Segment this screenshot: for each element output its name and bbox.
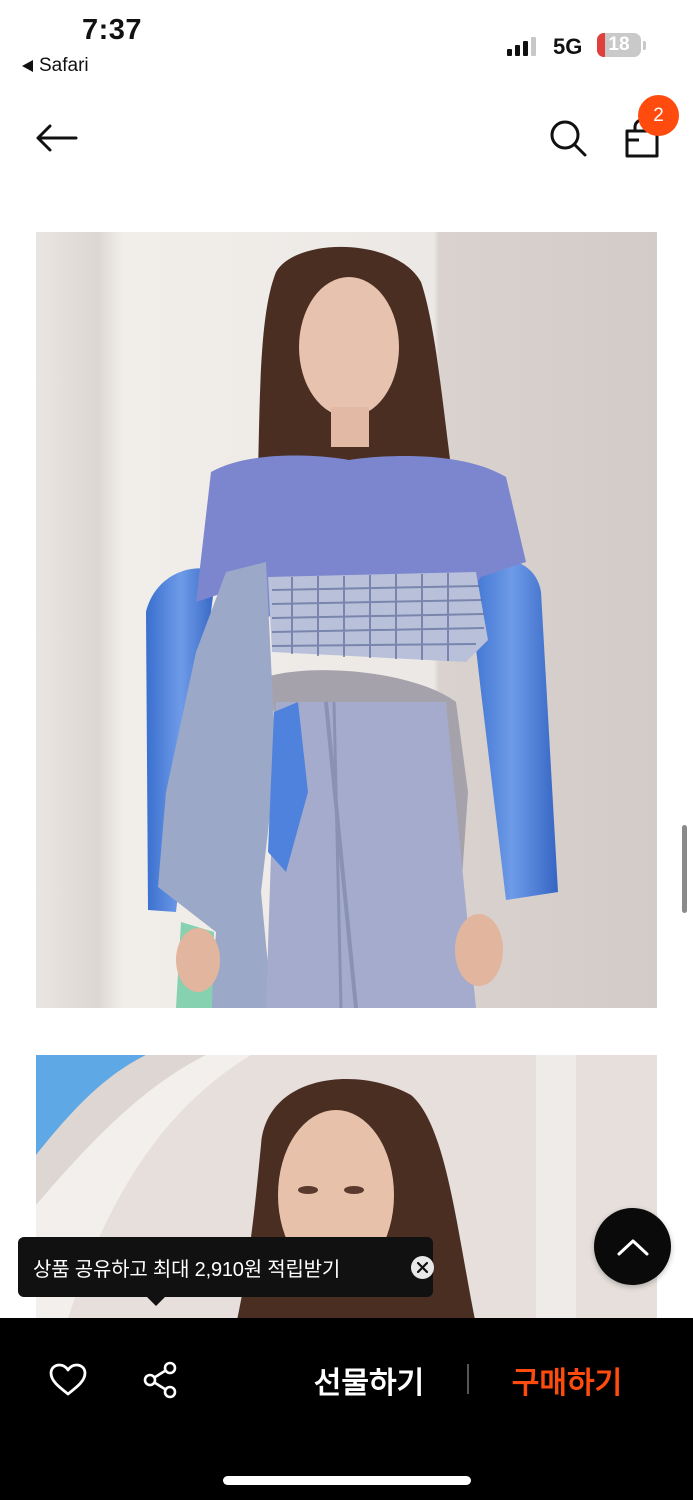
cart-count-badge: 2	[638, 95, 679, 136]
cellular-signal-icon	[507, 36, 536, 56]
tooltip-close-button[interactable]	[411, 1256, 434, 1279]
product-image	[36, 232, 657, 1008]
status-time: 7:37	[82, 14, 143, 46]
battery-tip	[643, 41, 646, 50]
like-button[interactable]	[44, 1356, 92, 1404]
share-reward-tooltip: 상품 공유하고 최대 2,910원 적립받기	[18, 1237, 434, 1297]
scroll-top-button[interactable]	[594, 1208, 671, 1285]
scrollbar[interactable]	[682, 825, 687, 913]
tooltip-text: 상품 공유하고 최대 2,910원 적립받기	[33, 1258, 341, 1281]
plaid-wrap	[268, 572, 488, 662]
tooltip-arrow	[146, 1296, 166, 1306]
home-indicator[interactable]	[223, 1476, 471, 1485]
chevron-up-icon	[617, 1239, 648, 1255]
status-bar: 7:37 Safari 5G 18	[0, 0, 693, 90]
bottom-action-bar: 선물하기 구매하기	[0, 1318, 693, 1500]
battery-icon: 18	[597, 33, 641, 57]
search-icon	[550, 120, 587, 157]
battery-level: 18	[608, 34, 630, 55]
share-button[interactable]	[136, 1356, 184, 1404]
product-photo-1[interactable]	[36, 232, 657, 1008]
divider	[467, 1364, 469, 1394]
search-button[interactable]	[542, 112, 594, 164]
arrow-left-icon	[36, 124, 78, 152]
heart-icon	[49, 1363, 87, 1396]
back-triangle-icon	[22, 60, 33, 72]
back-button[interactable]	[30, 112, 82, 164]
network-type: 5G	[553, 34, 583, 59]
buy-button[interactable]: 구매하기	[492, 1356, 642, 1404]
share-icon	[143, 1361, 177, 1399]
back-to-app-link[interactable]: Safari	[22, 55, 89, 77]
back-app-label: Safari	[39, 55, 89, 76]
gift-button[interactable]: 선물하기	[296, 1356, 442, 1404]
close-icon	[417, 1262, 428, 1273]
